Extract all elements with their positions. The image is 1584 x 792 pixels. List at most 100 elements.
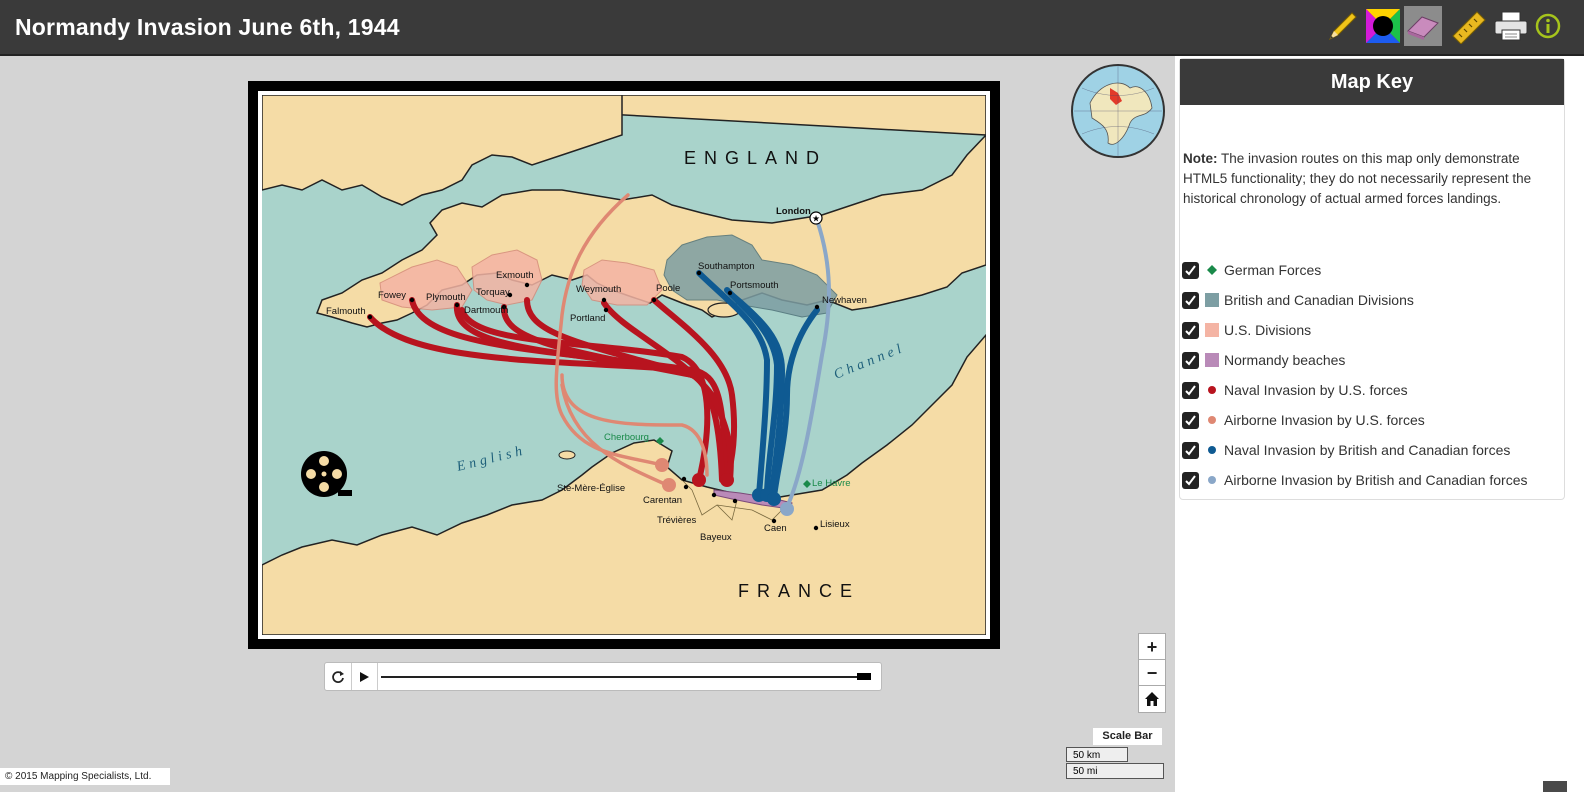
place-label: Exmouth [496, 270, 534, 281]
circle-symbol-icon [1205, 473, 1219, 487]
key-item-label: Normandy beaches [1224, 352, 1346, 368]
scale-bar-mi: 50 mi [1066, 763, 1164, 779]
svg-text:★: ★ [812, 214, 820, 224]
checkbox[interactable] [1182, 381, 1199, 399]
place-label: Torquay [476, 287, 510, 298]
check-icon [1185, 444, 1196, 456]
scale-bar-label: Scale Bar [1093, 728, 1162, 745]
key-item-normandy-beaches[interactable]: Normandy beaches [1182, 349, 1345, 371]
circle-symbol-icon [1205, 413, 1219, 427]
place-label: Plymouth [426, 292, 466, 303]
place-label: Le Havre [812, 478, 851, 489]
checkbox[interactable] [1182, 291, 1199, 309]
color-picker-button[interactable] [1364, 6, 1402, 46]
animation-player [324, 662, 882, 691]
ruler-tool-button[interactable] [1450, 6, 1488, 46]
scale-bar-km: 50 km [1066, 747, 1128, 762]
place-label: Ste-Mère-Église [557, 483, 625, 494]
replay-button[interactable] [325, 663, 352, 690]
key-item-airborne-british[interactable]: Airborne Invasion by British and Canadia… [1182, 469, 1528, 491]
place-label: Weymouth [576, 284, 621, 295]
place-label: Caen [764, 523, 787, 534]
london-marker: ★ [809, 211, 823, 225]
color-wheel-icon [1366, 9, 1400, 43]
key-item-naval-us[interactable]: Naval Invasion by U.S. forces [1182, 379, 1408, 401]
checkbox[interactable] [1182, 261, 1199, 279]
map-canvas[interactable]: ★ ENGLAND FRANCE English Channel Falmout… [262, 95, 986, 635]
place-label: Fowey [378, 290, 406, 301]
app-header: Normandy Invasion June 6th, 1944 [0, 0, 1584, 56]
play-icon [360, 671, 369, 682]
pencil-tool-button[interactable] [1324, 6, 1362, 46]
key-item-label: Naval Invasion by British and Canadian f… [1224, 442, 1511, 458]
key-item-german-forces[interactable]: German Forces [1182, 259, 1321, 281]
place-label: Falmouth [326, 306, 366, 317]
place-label: Bayeux [700, 532, 732, 543]
check-icon [1185, 324, 1196, 336]
info-icon [1535, 13, 1561, 39]
key-item-british-divisions[interactable]: British and Canadian Divisions [1182, 289, 1414, 311]
key-item-label: U.S. Divisions [1224, 322, 1312, 338]
home-button[interactable] [1138, 685, 1166, 713]
check-icon [1185, 384, 1196, 396]
globe-locator-icon [1071, 64, 1165, 158]
key-item-naval-british[interactable]: Naval Invasion by British and Canadian f… [1182, 439, 1510, 461]
info-button[interactable] [1530, 6, 1566, 46]
place-label: Newhaven [822, 295, 867, 306]
progress-handle[interactable] [857, 673, 871, 680]
place-label: London [776, 206, 811, 217]
check-icon [1185, 474, 1196, 486]
note-text: The invasion routes on this map only dem… [1183, 151, 1532, 206]
england-label: ENGLAND [684, 148, 827, 168]
place-label: Lisieux [820, 519, 850, 530]
channel-island [558, 450, 576, 460]
key-item-us-divisions[interactable]: U.S. Divisions [1182, 319, 1311, 341]
square-symbol-icon [1205, 353, 1219, 367]
check-icon [1185, 294, 1196, 306]
checkbox[interactable] [1182, 441, 1199, 459]
zoom-out-button[interactable]: − [1138, 659, 1166, 687]
key-item-label: Airborne Invasion by U.S. forces [1224, 412, 1425, 428]
circle-symbol-icon [1205, 383, 1219, 397]
print-icon [1494, 11, 1528, 41]
eraser-icon [1407, 16, 1439, 40]
place-label: Carentan [643, 495, 682, 506]
map-key-panel: Map Key Note: The invasion routes on thi… [1175, 56, 1584, 792]
panel-scroll-handle[interactable] [1543, 781, 1567, 792]
replay-icon [332, 670, 344, 683]
place-label: Dartmouth [464, 305, 508, 316]
ruler-icon [1452, 11, 1486, 44]
place-label: Southampton [698, 261, 755, 272]
play-button[interactable] [351, 663, 378, 690]
check-icon [1185, 414, 1196, 426]
place-label: Portland [570, 313, 605, 324]
key-item-label: Airborne Invasion by British and Canadia… [1224, 472, 1528, 488]
map-frame: ★ ENGLAND FRANCE English Channel Falmout… [248, 81, 1000, 649]
france-label: FRANCE [738, 581, 860, 601]
eraser-tool-button[interactable] [1404, 6, 1442, 46]
place-label: Poole [656, 283, 680, 294]
print-button[interactable] [1492, 6, 1530, 46]
checkbox[interactable] [1182, 321, 1199, 339]
place-label: Trévières [657, 515, 696, 526]
map-key-card: Map Key Note: The invasion routes on thi… [1179, 58, 1565, 500]
note-label: Note: [1183, 151, 1218, 166]
map-border: ★ ENGLAND FRANCE English Channel Falmout… [258, 91, 990, 639]
checkbox[interactable] [1182, 351, 1199, 369]
key-item-label: German Forces [1224, 262, 1322, 278]
key-item-label: Naval Invasion by U.S. forces [1224, 382, 1408, 398]
app-title: Normandy Invasion June 6th, 1944 [15, 14, 400, 40]
square-symbol-icon [1205, 293, 1219, 307]
pencil-icon [1328, 12, 1357, 41]
progress-track[interactable] [381, 676, 867, 678]
key-item-airborne-us[interactable]: Airborne Invasion by U.S. forces [1182, 409, 1425, 431]
square-symbol-icon [1205, 323, 1219, 337]
checkbox[interactable] [1182, 471, 1199, 489]
home-icon [1145, 692, 1159, 706]
place-label: Cherbourg [604, 432, 649, 443]
map-key-note: Note: The invasion routes on this map on… [1183, 149, 1555, 209]
checkbox[interactable] [1182, 411, 1199, 429]
diamond-symbol-icon [1205, 263, 1219, 277]
zoom-in-button[interactable]: + [1138, 633, 1166, 661]
key-item-label: British and Canadian Divisions [1224, 292, 1414, 308]
